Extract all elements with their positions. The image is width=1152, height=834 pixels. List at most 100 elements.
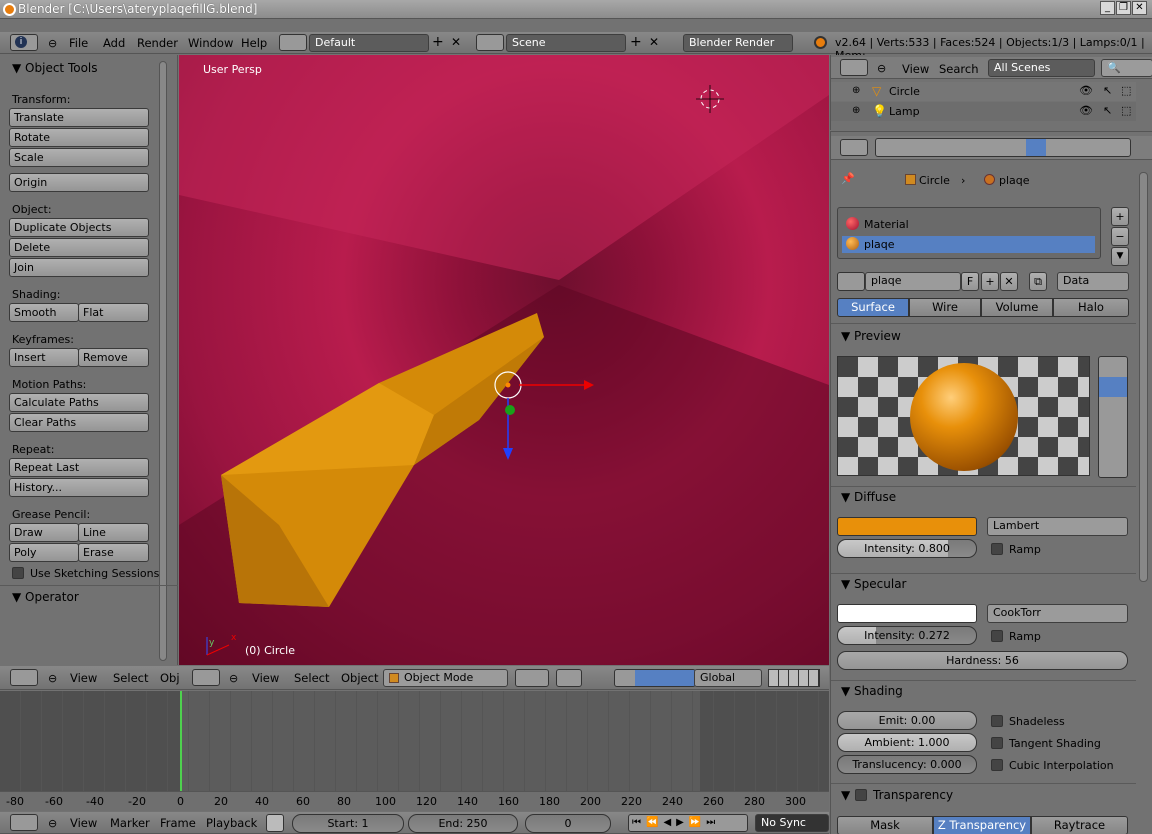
transparency-checkbox[interactable] (855, 789, 867, 801)
tab-surface[interactable]: Surface (837, 298, 909, 317)
shelf-menu-object[interactable]: Obje (160, 671, 180, 685)
shelf-menu-select[interactable]: Select (113, 671, 148, 685)
flat-button[interactable]: Flat (78, 303, 149, 322)
rotate-button[interactable]: Rotate (9, 128, 149, 147)
slot-menu-button[interactable]: ▼ (1111, 247, 1129, 266)
delete-button[interactable]: Delete (9, 238, 149, 257)
editor-type-properties-icon[interactable] (840, 139, 868, 156)
timeline-menu-playback[interactable]: Playback (206, 816, 257, 830)
duplicate-objects-button[interactable]: Duplicate Objects (9, 218, 149, 237)
specular-shader-select[interactable]: CookTorr (987, 604, 1128, 623)
menu-view[interactable]: View (252, 671, 279, 685)
shelf-menu-view[interactable]: View (70, 671, 97, 685)
collapse-menu-icon[interactable]: ⊖ (48, 37, 57, 50)
current-frame-field[interactable]: 0 (525, 814, 611, 833)
tangent-shading-checkbox[interactable] (991, 737, 1003, 749)
erase-button[interactable]: Erase (78, 543, 149, 562)
timeline-playhead[interactable] (180, 691, 182, 791)
fake-user-button[interactable]: F (961, 272, 979, 291)
breadcrumb-material[interactable]: plaqe (999, 174, 1030, 187)
diffuse-ramp-checkbox[interactable] (991, 543, 1003, 555)
material-browse-icon[interactable] (837, 272, 865, 291)
calculate-paths-button[interactable]: Calculate Paths (9, 393, 149, 412)
link-select[interactable]: Data (1057, 272, 1129, 291)
preview-range-icon[interactable] (266, 814, 284, 832)
new-material-button[interactable]: + (981, 272, 999, 291)
visibility-eye-icon[interactable]: 👁 (1079, 84, 1093, 97)
maximize-icon[interactable]: ❐ (1116, 1, 1131, 15)
transparency-panel-header[interactable]: ▼ (841, 788, 850, 802)
menu-add[interactable]: Add (103, 36, 125, 50)
join-button[interactable]: Join (9, 258, 149, 277)
selectable-cursor-icon[interactable]: ↖ (1103, 104, 1112, 117)
timeline-menu-frame[interactable]: Frame (160, 816, 196, 830)
menu-select[interactable]: Select (294, 671, 329, 685)
outliner-search-input[interactable]: 🔍 (1101, 59, 1152, 77)
copy-material-button[interactable]: ⧉ (1029, 272, 1047, 291)
cubic-interpolation-checkbox[interactable] (991, 759, 1003, 771)
preview-type-buttons[interactable] (1098, 356, 1128, 478)
unlink-material-button[interactable]: ✕ (1000, 272, 1018, 291)
close-icon[interactable]: ✕ (1132, 1, 1147, 15)
timeline-menu-marker[interactable]: Marker (110, 816, 150, 830)
translate-button[interactable]: Translate (9, 108, 149, 127)
material-slot[interactable]: Material (842, 216, 1095, 233)
timeline-menu-view[interactable]: View (70, 816, 97, 830)
orientation-select[interactable]: Global (694, 669, 762, 687)
repeat-last-button[interactable]: Repeat Last (9, 458, 149, 477)
remove-keyframe-button[interactable]: Remove (78, 348, 149, 367)
material-slot-selected[interactable]: plaqe (842, 236, 1095, 253)
outliner-row[interactable]: ⊕ ▽ Circle 👁 ↖ ⬚ (831, 82, 1136, 101)
shadeless-checkbox[interactable] (991, 715, 1003, 727)
remove-slot-button[interactable]: − (1111, 227, 1129, 246)
diffuse-color-swatch[interactable] (837, 517, 977, 536)
editor-type-3dview-icon[interactable] (10, 669, 38, 686)
menu-object[interactable]: Object (341, 671, 378, 685)
object-tools-header[interactable]: ▼ Object Tools (12, 61, 98, 75)
collapse-menu-icon[interactable]: ⊖ (48, 672, 57, 685)
collapse-menu-icon-3[interactable]: ⊖ (48, 817, 57, 830)
outliner-menu-view[interactable]: View (902, 62, 929, 76)
end-frame-field[interactable]: End: 250 (408, 814, 518, 833)
specular-color-swatch[interactable] (837, 604, 977, 623)
remove-layout-icon[interactable]: ✕ (451, 35, 461, 49)
outliner-row[interactable]: ⊕ 💡 Lamp 👁 ↖ ⬚ (831, 102, 1136, 121)
poly-button[interactable]: Poly (9, 543, 79, 562)
menu-window[interactable]: Window (188, 36, 233, 50)
preview-panel-header[interactable]: ▼ Preview (841, 329, 901, 343)
layout-field[interactable]: Default (309, 34, 429, 52)
editor-type-outliner-icon[interactable] (840, 59, 868, 76)
minimize-icon[interactable]: _ (1100, 1, 1115, 15)
add-layout-icon[interactable]: + (432, 35, 444, 49)
remove-scene-icon[interactable]: ✕ (649, 35, 659, 49)
screen-layout-icon[interactable] (279, 34, 307, 51)
material-name-field[interactable]: plaqe (865, 272, 961, 291)
mode-select[interactable]: Object Mode (383, 669, 508, 687)
tool-shelf-scrollbar[interactable] (159, 61, 167, 661)
tab-halo[interactable]: Halo (1053, 298, 1129, 317)
tab-wire[interactable]: Wire (909, 298, 981, 317)
editor-type-3dview-icon-2[interactable] (192, 669, 220, 686)
editor-type-timeline-icon[interactable] (10, 814, 38, 831)
insert-keyframe-button[interactable]: Insert (9, 348, 79, 367)
ambient-slider[interactable]: Ambient: 1.000 (837, 733, 977, 752)
scale-button[interactable]: Scale (9, 148, 149, 167)
draw-button[interactable]: Draw (9, 523, 79, 542)
pivot-point-icon[interactable] (556, 669, 582, 687)
viewport-shading-icon[interactable] (515, 669, 549, 687)
selectable-cursor-icon[interactable]: ↖ (1103, 84, 1112, 97)
scene-icon[interactable] (476, 34, 504, 51)
operator-header[interactable]: ▼ Operator (12, 590, 79, 604)
specular-intensity-slider[interactable]: Intensity: 0.272 (837, 626, 977, 645)
context-tabs-icon[interactable] (875, 138, 1131, 157)
layers-icon[interactable] (768, 669, 820, 687)
expand-icon[interactable]: ⊕ (852, 105, 860, 116)
properties-scrollbar[interactable] (1139, 172, 1148, 582)
outliner-filter-select[interactable]: All Scenes (988, 59, 1095, 77)
renderable-camera-icon[interactable]: ⬚ (1121, 104, 1131, 117)
diffuse-intensity-slider[interactable]: Intensity: 0.800 (837, 539, 977, 558)
manipulator-icon[interactable] (614, 669, 696, 687)
smooth-button[interactable]: Smooth (9, 303, 79, 322)
translucency-slider[interactable]: Translucency: 0.000 (837, 755, 977, 774)
tab-volume[interactable]: Volume (981, 298, 1053, 317)
